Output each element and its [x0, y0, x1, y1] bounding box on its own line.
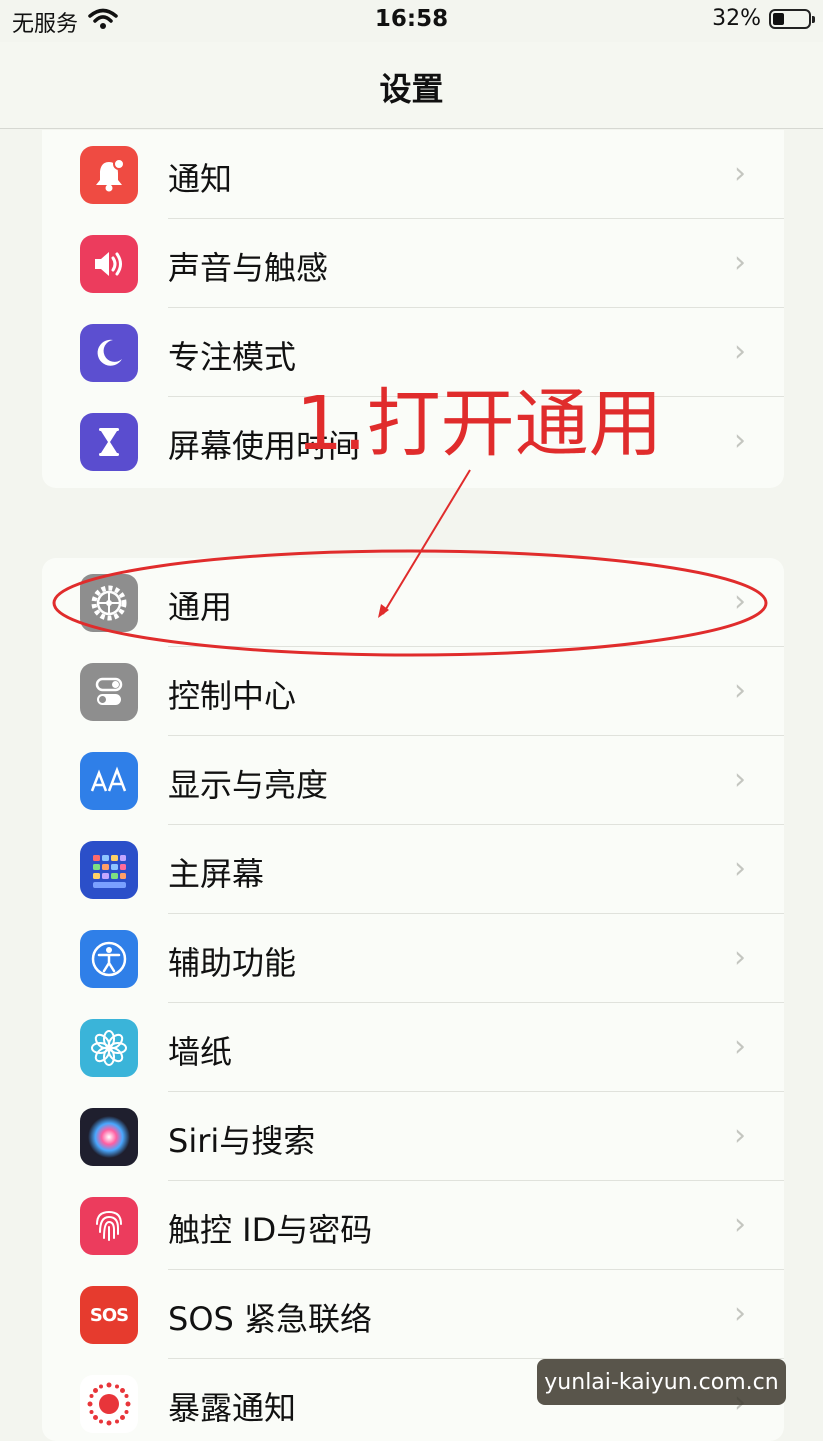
- moon-icon: [80, 324, 138, 382]
- chevron-right-icon: ›: [734, 1118, 746, 1153]
- row-label: 显示与亮度: [168, 766, 329, 804]
- chevron-right-icon: ›: [734, 851, 746, 886]
- annotation-label: 1.打开通用: [296, 381, 663, 467]
- battery-fill: [773, 12, 784, 25]
- siri-icon: [80, 1108, 138, 1166]
- settings-row-control-center[interactable]: 控制中心 ›: [42, 647, 784, 736]
- row-label: 声音与触感: [168, 249, 329, 287]
- home-grid-icon: [80, 841, 138, 899]
- gear-icon: [80, 574, 138, 632]
- text-size-icon: [80, 752, 138, 810]
- settings-row-home-screen[interactable]: 主屏幕 ›: [42, 825, 784, 914]
- settings-screen: 无服务 16:58 32% 设置 通知 › 声音与触感 › 专注模式 › 屏幕使…: [0, 0, 823, 1441]
- chevron-right-icon: ›: [734, 423, 746, 458]
- battery-percent: 32%: [712, 6, 761, 31]
- row-label: 辅助功能: [168, 944, 297, 982]
- chevron-right-icon: ›: [734, 762, 746, 797]
- hourglass-icon: [80, 413, 138, 471]
- settings-row-display[interactable]: 显示与亮度 ›: [42, 736, 784, 825]
- battery-icon: [769, 8, 815, 29]
- chevron-right-icon: ›: [734, 940, 746, 975]
- settings-row-sos[interactable]: SOS SOS 紧急联络 ›: [42, 1270, 784, 1359]
- chevron-right-icon: ›: [734, 673, 746, 708]
- row-label: Siri与搜索: [168, 1122, 316, 1160]
- nav-bar: 设置: [0, 42, 823, 129]
- chevron-right-icon: ›: [734, 334, 746, 369]
- chevron-right-icon: ›: [734, 584, 746, 619]
- settings-row-notifications[interactable]: 通知 ›: [42, 130, 784, 219]
- page-title: 设置: [379, 70, 444, 108]
- status-right: 32%: [712, 6, 815, 31]
- settings-row-siri[interactable]: Siri与搜索 ›: [42, 1092, 784, 1181]
- row-label: 专注模式: [168, 338, 297, 376]
- row-label: 暴露通知: [168, 1389, 297, 1427]
- chevron-right-icon: ›: [734, 156, 746, 191]
- fingerprint-icon: [80, 1197, 138, 1255]
- chevron-right-icon: ›: [734, 1296, 746, 1331]
- row-label: 控制中心: [168, 677, 297, 715]
- accessibility-icon: [80, 930, 138, 988]
- sos-icon: SOS: [80, 1286, 138, 1344]
- chevron-right-icon: ›: [734, 245, 746, 280]
- settings-group-2: 通用 › 控制中心 › 显示与亮度 › 主屏幕 › 辅助功能 › 墙纸 › Si…: [42, 558, 784, 1441]
- chevron-right-icon: ›: [734, 1207, 746, 1242]
- speaker-icon: [80, 235, 138, 293]
- toggles-icon: [80, 663, 138, 721]
- chevron-right-icon: ›: [734, 1029, 746, 1064]
- watermark-badge: yunlai-kaiyun.com.cn: [537, 1359, 786, 1405]
- row-label: SOS 紧急联络: [168, 1300, 372, 1338]
- settings-row-sounds[interactable]: 声音与触感 ›: [42, 219, 784, 308]
- status-time: 16:58: [374, 6, 449, 32]
- exposure-icon: [80, 1375, 138, 1433]
- bell-icon: [80, 146, 138, 204]
- row-label: 通用: [168, 588, 233, 626]
- flower-icon: [80, 1019, 138, 1077]
- row-label: 墙纸: [168, 1033, 233, 1071]
- settings-row-touch-id[interactable]: 触控 ID与密码 ›: [42, 1181, 784, 1270]
- row-label: 触控 ID与密码: [168, 1211, 373, 1249]
- row-label: 主屏幕: [168, 855, 265, 893]
- settings-row-accessibility[interactable]: 辅助功能 ›: [42, 914, 784, 1003]
- settings-row-wallpaper[interactable]: 墙纸 ›: [42, 1003, 784, 1092]
- row-label: 通知: [168, 160, 233, 198]
- settings-row-general[interactable]: 通用 ›: [42, 558, 784, 647]
- status-bar: 无服务 16:58 32%: [0, 0, 823, 42]
